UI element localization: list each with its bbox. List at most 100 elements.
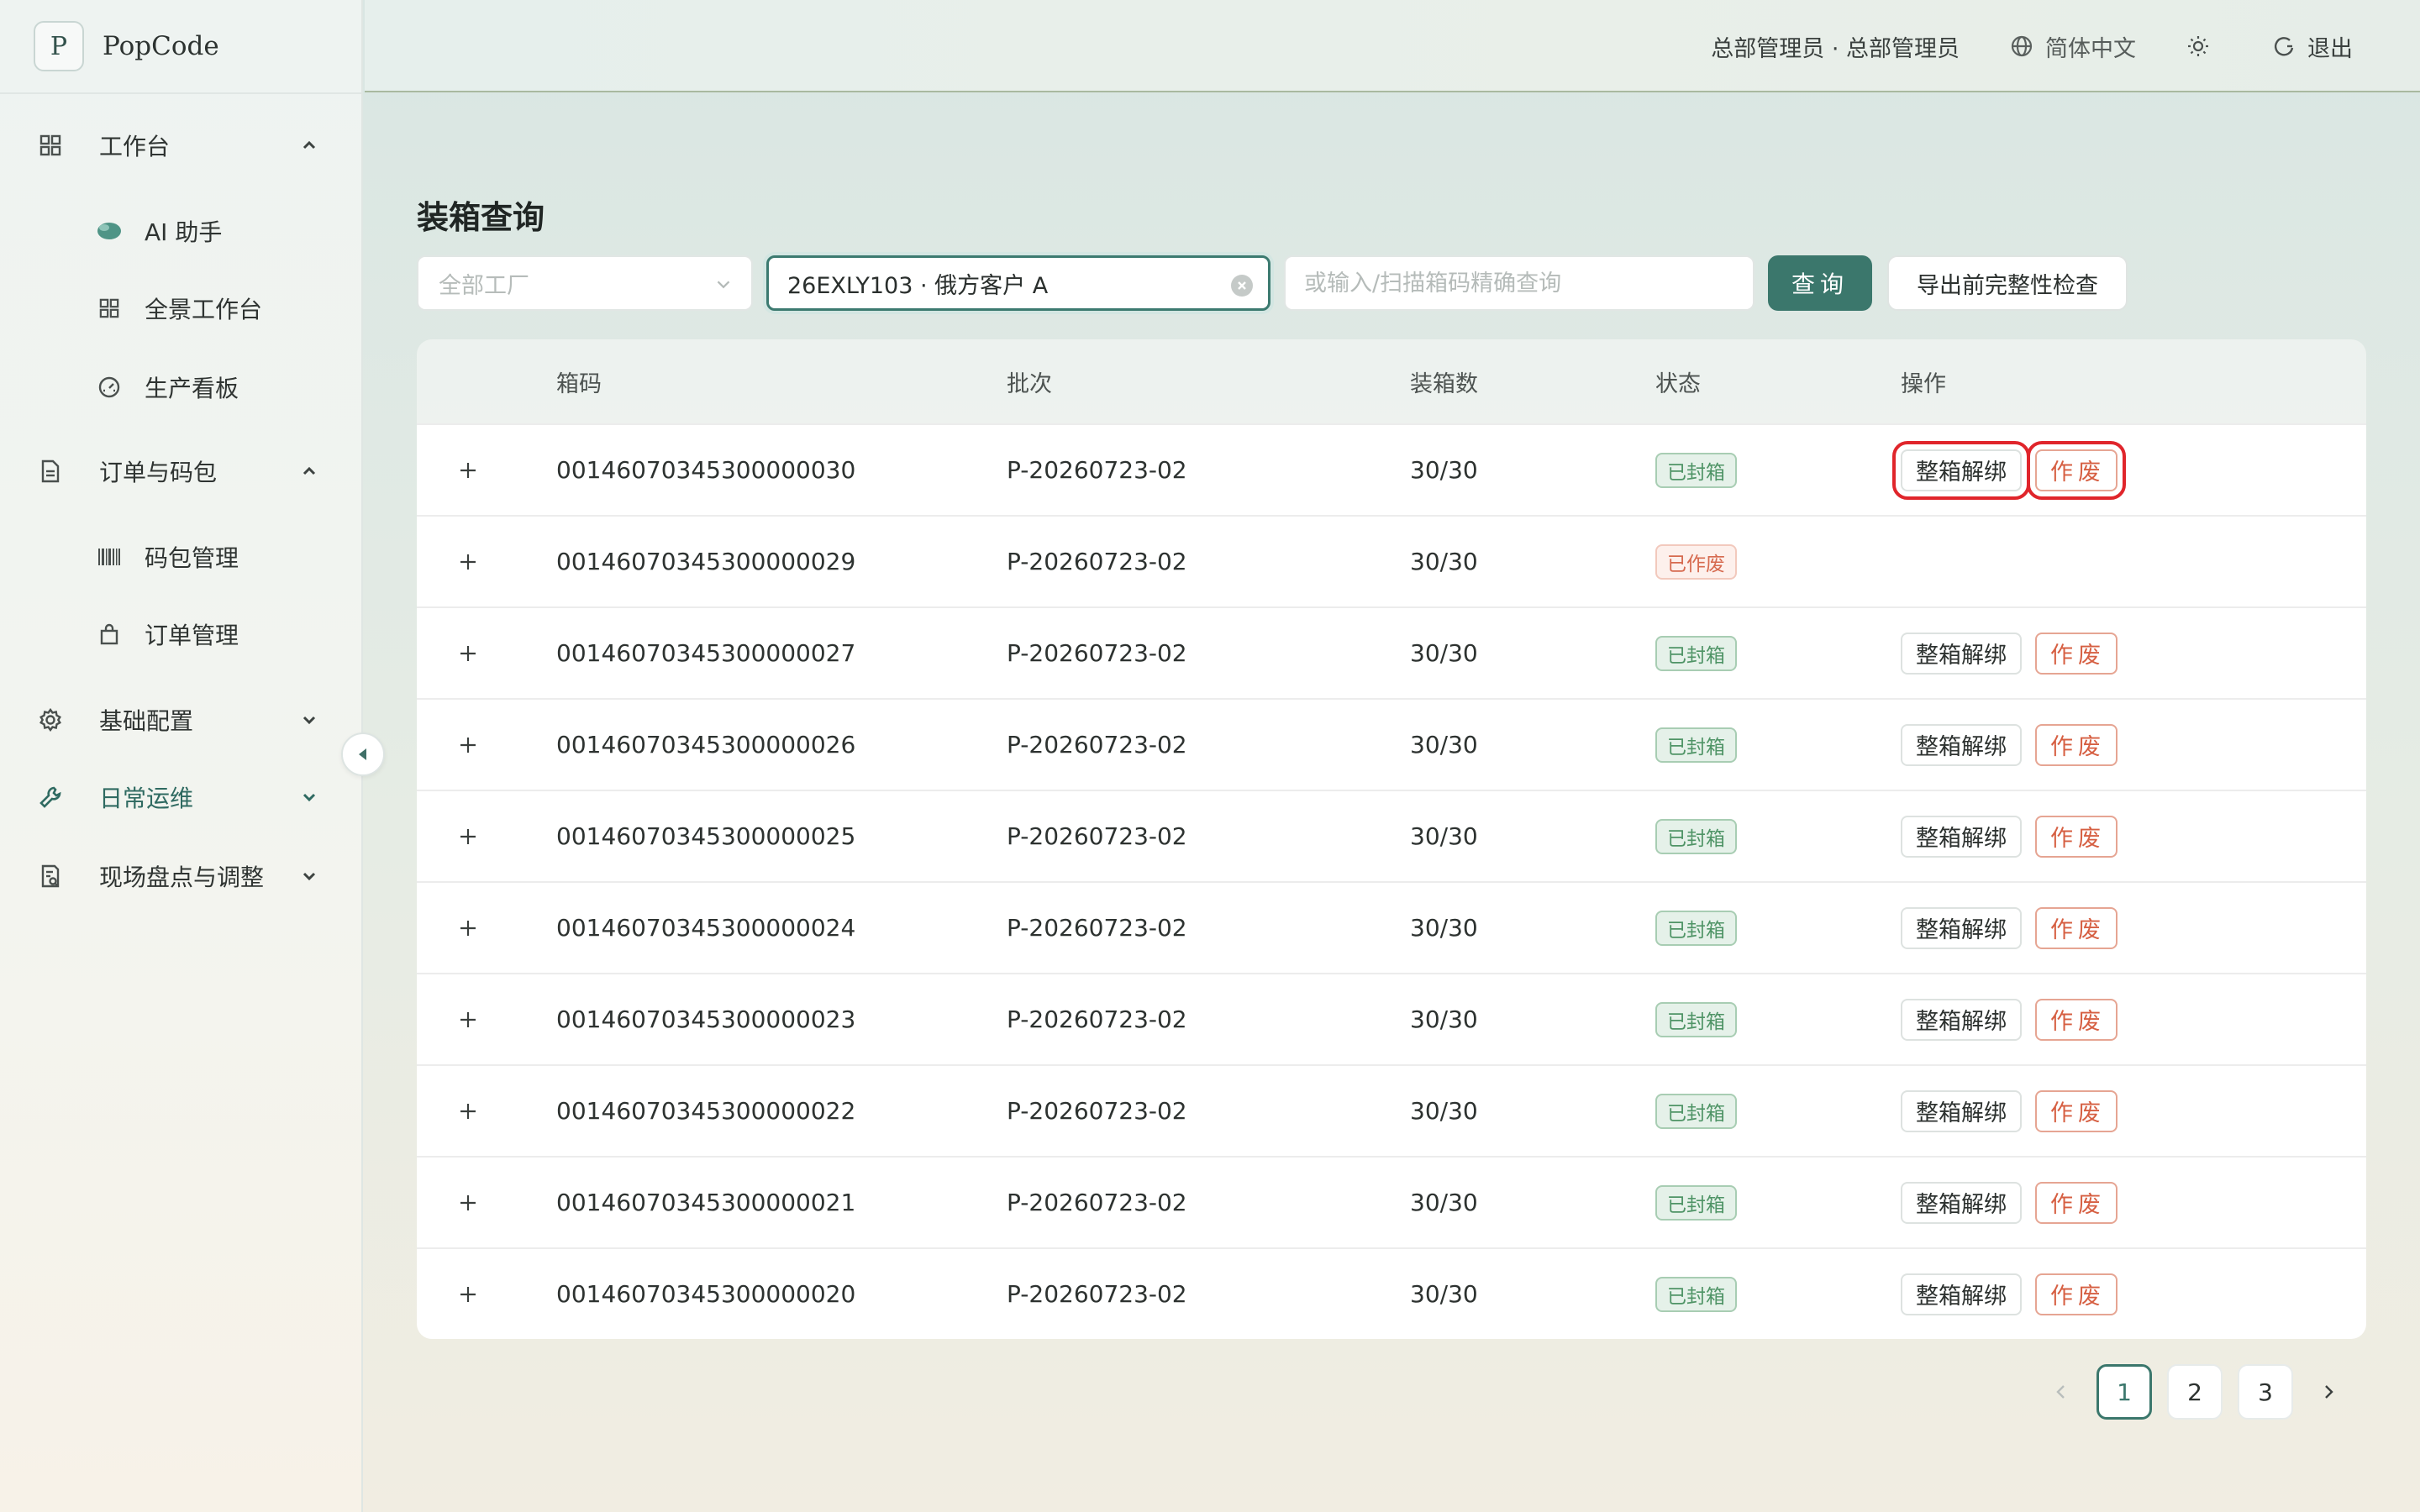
void-button[interactable]: 作废 (2035, 632, 2118, 675)
status-badge: 已封箱 (1655, 1093, 1737, 1129)
void-button[interactable]: 作废 (2035, 723, 2118, 766)
box-code-field[interactable] (1284, 255, 1754, 311)
batch-select[interactable] (766, 255, 1270, 311)
batch: P-20260723-02 (1007, 914, 1187, 942)
quantity: 30/30 (1410, 639, 1478, 667)
unbind-box-button[interactable]: 整箱解绑 (1901, 1273, 2022, 1315)
expand-row-button[interactable] (454, 608, 482, 698)
table-row: 00146070345300000027 P-20260723-02 30/30… (417, 606, 2366, 698)
void-button[interactable]: 作废 (2035, 815, 2118, 858)
nav-group-workbench[interactable]: 工作台 (34, 116, 329, 175)
void-button[interactable]: 作废 (2035, 1181, 2118, 1224)
unbind-box-button[interactable]: 整箱解绑 (1901, 632, 2022, 675)
box-code: 00146070345300000022 (556, 1097, 856, 1125)
nav-group-orders-codes[interactable]: 订单与码包 (34, 442, 329, 501)
status-badge: 已作废 (1655, 543, 1737, 580)
header-actions: 总部管理员 · 总部管理员 简体中文 退出 (1660, 0, 2353, 92)
nav-group-basic-config[interactable]: 基础配置 (34, 690, 329, 749)
box-code-input[interactable] (1286, 257, 1753, 309)
status-badge: 已封箱 (1655, 452, 1737, 488)
page-title: 装箱查询 (417, 199, 545, 236)
unbind-box-button[interactable]: 整箱解绑 (1901, 998, 2022, 1041)
unbind-box-button[interactable]: 整箱解绑 (1901, 1181, 2022, 1224)
theme-toggle[interactable] (2186, 34, 2222, 58)
void-button[interactable]: 作废 (2035, 998, 2118, 1041)
header-batch: 批次 (1007, 370, 1052, 397)
quantity: 30/30 (1410, 548, 1478, 575)
current-user[interactable]: 总部管理员 · 总部管理员 (1711, 30, 1960, 63)
void-button[interactable]: 作废 (2035, 1089, 2118, 1132)
void-button[interactable]: 作废 (2035, 906, 2118, 949)
unbind-box-button[interactable]: 整箱解绑 (1901, 723, 2022, 766)
top-header: 总部管理员 · 总部管理员 简体中文 退出 (365, 0, 2420, 92)
brand-logo: P (34, 21, 84, 71)
expand-row-button[interactable] (454, 883, 482, 973)
expand-row-button[interactable] (454, 700, 482, 790)
expand-row-button[interactable] (454, 1158, 482, 1247)
nav-group-label: 现场盘点与调整 (99, 864, 265, 891)
plus-icon (454, 1280, 482, 1309)
logout-button[interactable]: 退出 (2272, 30, 2353, 63)
nav-group-label: 订单与码包 (99, 459, 218, 486)
query-button[interactable]: 查询 (1768, 255, 1872, 311)
status-badge: 已封箱 (1655, 635, 1737, 671)
void-button[interactable]: 作废 (2027, 440, 2126, 500)
box-code: 00146070345300000025 (556, 822, 856, 850)
factory-select[interactable]: 全部工厂 (417, 255, 753, 311)
nav-group-inventory-adjust[interactable]: 现场盘点与调整 (34, 847, 329, 906)
status-badge: 已封箱 (1655, 818, 1737, 854)
expand-row-button[interactable] (454, 1249, 482, 1339)
page-button-3[interactable]: 3 (2238, 1364, 2293, 1420)
logout-label: 退出 (2307, 35, 2353, 62)
document-icon (34, 454, 67, 488)
expand-row-button[interactable] (454, 425, 482, 515)
brand[interactable]: P PopCode (34, 20, 219, 72)
page-button-2[interactable]: 2 (2167, 1364, 2223, 1420)
box-code: 00146070345300000026 (556, 731, 856, 759)
clear-icon[interactable] (1231, 275, 1253, 297)
expand-row-button[interactable] (454, 1066, 482, 1156)
expand-row-button[interactable] (454, 974, 482, 1064)
nav-item-ai-assistant[interactable]: AI 助手 (34, 202, 329, 260)
box-table: 箱码 批次 装箱数 状态 操作 00146070345300000030 P-2… (417, 339, 2366, 1339)
prev-page-button[interactable] (2033, 1364, 2089, 1420)
unbind-box-button[interactable]: 整箱解绑 (1901, 815, 2022, 858)
page-button-1[interactable]: 1 (2096, 1364, 2152, 1420)
box-code: 00146070345300000027 (556, 639, 856, 667)
language-label: 简体中文 (2045, 35, 2136, 62)
plus-icon (454, 822, 482, 851)
language-switch[interactable]: 简体中文 (2010, 30, 2136, 63)
nav-item-code-package[interactable]: 码包管理 (34, 528, 329, 586)
batch: P-20260723-02 (1007, 731, 1187, 759)
grid-icon (34, 129, 67, 162)
factory-select-placeholder: 全部工厂 (439, 272, 529, 299)
quantity: 30/30 (1410, 1280, 1478, 1308)
next-page-button[interactable] (2301, 1364, 2356, 1420)
unbind-box-button[interactable]: 整箱解绑 (1892, 440, 2030, 500)
quantity: 30/30 (1410, 914, 1478, 942)
table-row: 00146070345300000021 P-20260723-02 30/30… (417, 1156, 2366, 1247)
nav-group-label: 日常运维 (99, 785, 194, 812)
nav-item-panorama[interactable]: 全景工作台 (34, 279, 329, 338)
status-badge: 已封箱 (1655, 1001, 1737, 1037)
nav-group-daily-ops[interactable]: 日常运维 (34, 768, 329, 827)
export-check-button[interactable]: 导出前完整性检查 (1887, 255, 2128, 311)
inventory-clipboard-icon (34, 859, 67, 893)
void-button[interactable]: 作废 (2035, 1273, 2118, 1315)
table-row: 00146070345300000022 P-20260723-02 30/30… (417, 1064, 2366, 1156)
unbind-box-button[interactable]: 整箱解绑 (1901, 1089, 2022, 1132)
unbind-box-button[interactable]: 整箱解绑 (1901, 906, 2022, 949)
dashboard-gauge-icon (92, 370, 126, 404)
chevron-down-icon (302, 793, 316, 802)
sidebar-collapse-button[interactable] (341, 732, 385, 776)
batch-input[interactable] (769, 258, 1268, 308)
batch: P-20260723-02 (1007, 456, 1187, 484)
nav-item-order-management[interactable]: 订单管理 (34, 605, 329, 664)
plus-icon (454, 1005, 482, 1034)
chevron-down-icon (302, 872, 316, 881)
expand-row-button[interactable] (454, 517, 482, 606)
nav-item-production-board[interactable]: 生产看板 (34, 358, 329, 417)
plus-icon (454, 731, 482, 759)
quantity: 30/30 (1410, 1005, 1478, 1033)
expand-row-button[interactable] (454, 791, 482, 881)
